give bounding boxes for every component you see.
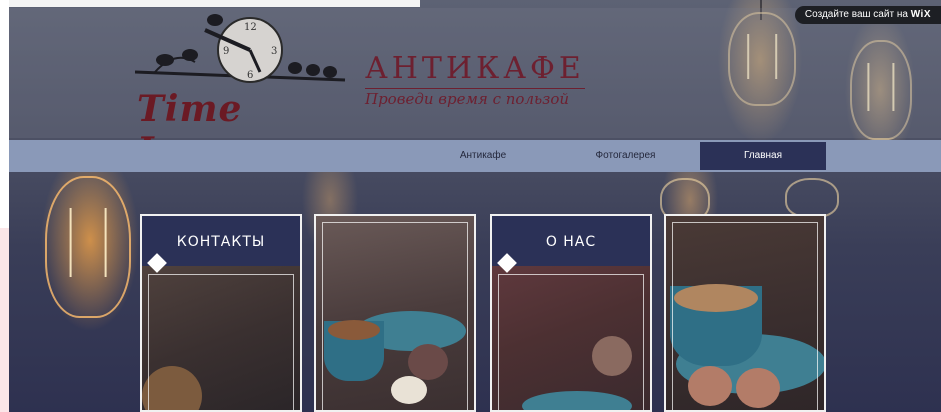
browser-top-strip <box>0 0 420 7</box>
header-title-block: АНТИКАФЕ Проведи время с пользой <box>365 52 585 108</box>
light-bulb-icon <box>45 176 131 318</box>
card-title: О НАС <box>492 216 650 266</box>
wix-banner-text: Создайте ваш сайт на <box>804 9 908 20</box>
adjacent-window-strip <box>0 228 9 412</box>
wix-logo: WiX <box>910 9 931 20</box>
svg-text:3: 3 <box>271 46 277 57</box>
card-title: КОНТАКТЫ <box>142 216 300 266</box>
page-subtitle: Проведи время с пользой <box>365 88 585 108</box>
light-bulb-icon <box>785 178 839 218</box>
svg-text:6: 6 <box>247 70 253 81</box>
page-title: АНТИКАФЕ <box>365 51 585 86</box>
nav-item-gallery[interactable]: Фотогалерея <box>578 140 673 172</box>
site-logo[interactable]: 12 3 6 9 Time Lapse <box>134 10 350 172</box>
card-inner-frame <box>498 274 644 410</box>
card-about[interactable]: О НАС <box>490 214 652 412</box>
card-inner-frame <box>322 222 468 410</box>
clock-with-birds-icon: 12 3 6 9 <box>134 14 346 83</box>
nav-item-home[interactable]: Главная <box>700 142 826 170</box>
wix-banner[interactable]: Создайте ваш сайт на WiX <box>794 6 941 24</box>
nav-item-anticafe[interactable]: Антикафе <box>438 140 528 172</box>
card-contacts[interactable]: КОНТАКТЫ <box>140 214 302 412</box>
main-navbar: Антикафе Фотогалерея Главная <box>8 140 941 172</box>
card-inner-frame <box>148 274 294 410</box>
svg-text:12: 12 <box>244 22 257 33</box>
svg-text:9: 9 <box>223 46 229 57</box>
card-photo-tile[interactable] <box>664 214 826 412</box>
card-photo-tile[interactable] <box>314 214 476 412</box>
card-inner-frame <box>672 222 818 410</box>
